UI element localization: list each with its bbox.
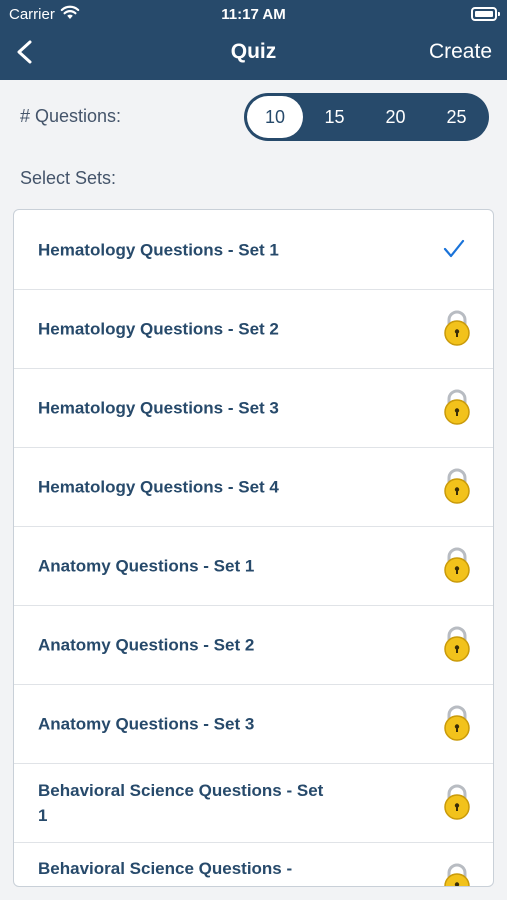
create-button[interactable]: Create (429, 40, 492, 64)
status-bar: Carrier 11:17 AM (0, 0, 507, 28)
clock: 11:17 AM (221, 6, 286, 23)
lock-icon (443, 547, 471, 588)
list-item[interactable]: Hematology Questions - Set 4 (14, 447, 493, 527)
select-sets-label: Select Sets: (20, 168, 117, 188)
segment-option-20[interactable]: 20 (367, 93, 424, 141)
list-item[interactable]: Behavioral Science Questions - (14, 842, 493, 886)
list-item[interactable]: Hematology Questions - Set 2 (14, 289, 493, 369)
questions-segmented-control: 10 15 20 25 (244, 93, 489, 141)
list-item[interactable]: Anatomy Questions - Set 2 (14, 605, 493, 685)
list-item[interactable]: Hematology Questions - Set 3 (14, 368, 493, 448)
list-item[interactable]: Behavioral Science Questions - Set 1 (14, 763, 493, 843)
lock-icon (443, 784, 471, 825)
list-item[interactable]: Anatomy Questions - Set 1 (14, 526, 493, 606)
set-label: Anatomy Questions - Set 1 (38, 556, 255, 575)
lock-icon (443, 310, 471, 351)
lock-icon (443, 863, 471, 886)
segment-option-15[interactable]: 15 (306, 93, 363, 141)
sets-list[interactable]: Hematology Questions - Set 1 Hematology … (13, 209, 494, 887)
lock-icon (443, 626, 471, 667)
segment-option-10[interactable]: 10 (247, 96, 303, 138)
questions-label: # Questions: (20, 106, 122, 126)
battery-icon (471, 7, 500, 21)
lock-icon (443, 389, 471, 430)
set-label: Behavioral Science Questions - Set 1 (38, 780, 324, 825)
nav-bar: Carrier 11:17 AM Quiz Create (0, 0, 507, 80)
set-label: Behavioral Science Questions - (38, 859, 293, 878)
segment-option-25[interactable]: 25 (428, 93, 485, 141)
list-item[interactable]: Anatomy Questions - Set 3 (14, 684, 493, 764)
set-label: Hematology Questions - Set 2 (38, 319, 279, 338)
checkmark-icon (443, 239, 465, 264)
lock-icon (443, 705, 471, 746)
set-label: Hematology Questions - Set 4 (38, 477, 279, 496)
set-label: Anatomy Questions - Set 2 (38, 635, 255, 654)
list-item[interactable]: Hematology Questions - Set 1 (14, 210, 493, 290)
set-label: Hematology Questions - Set 1 (38, 240, 279, 259)
lock-icon (443, 468, 471, 509)
set-label: Hematology Questions - Set 3 (38, 398, 279, 417)
set-label: Anatomy Questions - Set 3 (38, 714, 255, 733)
